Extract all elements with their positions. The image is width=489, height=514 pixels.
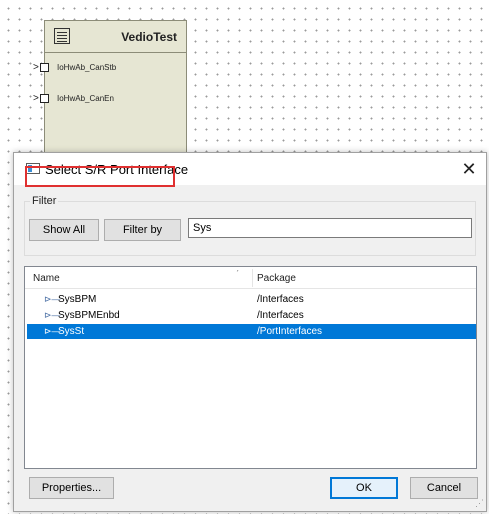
row-package: /Interfaces	[257, 310, 304, 321]
filter-input[interactable]	[188, 218, 472, 238]
component-header: VedioTest	[45, 21, 186, 53]
port-label: IoHwAb_CanStb	[57, 63, 117, 72]
column-header-name[interactable]: Name	[33, 273, 60, 284]
cancel-button[interactable]: Cancel	[410, 477, 478, 499]
list-row[interactable]: ⊳— SysBPMEnbd /Interfaces	[27, 308, 476, 323]
filter-by-button[interactable]: Filter by	[104, 219, 181, 241]
component-title: VedioTest	[121, 30, 177, 44]
close-icon[interactable]: ✕	[452, 153, 486, 185]
port-box-icon	[40, 94, 49, 103]
interface-list[interactable]: Name ˊ Package ⊳— SysBPM /Interfaces ⊳— …	[24, 266, 477, 469]
port-arrow-icon: >	[33, 62, 39, 73]
port-box-icon	[40, 63, 49, 72]
port-label: IoHwAb_CanEn	[57, 94, 114, 103]
port-arrow-icon: >	[33, 93, 39, 104]
ok-button[interactable]: OK	[330, 477, 398, 499]
list-header: Name ˊ Package	[25, 267, 476, 289]
component-icon	[54, 28, 70, 44]
filter-group-label: Filter	[30, 195, 59, 207]
sort-indicator-icon: ˊ	[236, 269, 239, 279]
row-name: SysSt	[58, 326, 85, 337]
select-port-interface-dialog: Select S/R Port Interface ✕ Filter Show …	[13, 152, 487, 512]
column-divider[interactable]	[252, 269, 253, 287]
show-all-button[interactable]: Show All	[29, 219, 99, 241]
component-block[interactable]: VedioTest > IoHwAb_CanStb > IoHwAb_CanEn	[33, 20, 187, 160]
port-ioHwAb-canstb[interactable]: > IoHwAb_CanStb	[33, 62, 153, 74]
properties-button[interactable]: Properties...	[29, 477, 114, 499]
row-package: /PortInterfaces	[257, 326, 323, 337]
port-ioHwAb-canen[interactable]: > IoHwAb_CanEn	[33, 93, 153, 105]
list-row[interactable]: ⊳— SysBPM /Interfaces	[27, 292, 476, 307]
row-package: /Interfaces	[257, 294, 304, 305]
list-row-selected[interactable]: ⊳— SysSt /PortInterfaces	[27, 324, 476, 339]
row-name: SysBPM	[58, 294, 97, 305]
resize-grip-icon[interactable]: ⋰	[475, 498, 484, 509]
column-header-package[interactable]: Package	[257, 273, 296, 284]
row-name: SysBPMEnbd	[58, 310, 120, 321]
annotation-highlight-box	[25, 166, 175, 187]
